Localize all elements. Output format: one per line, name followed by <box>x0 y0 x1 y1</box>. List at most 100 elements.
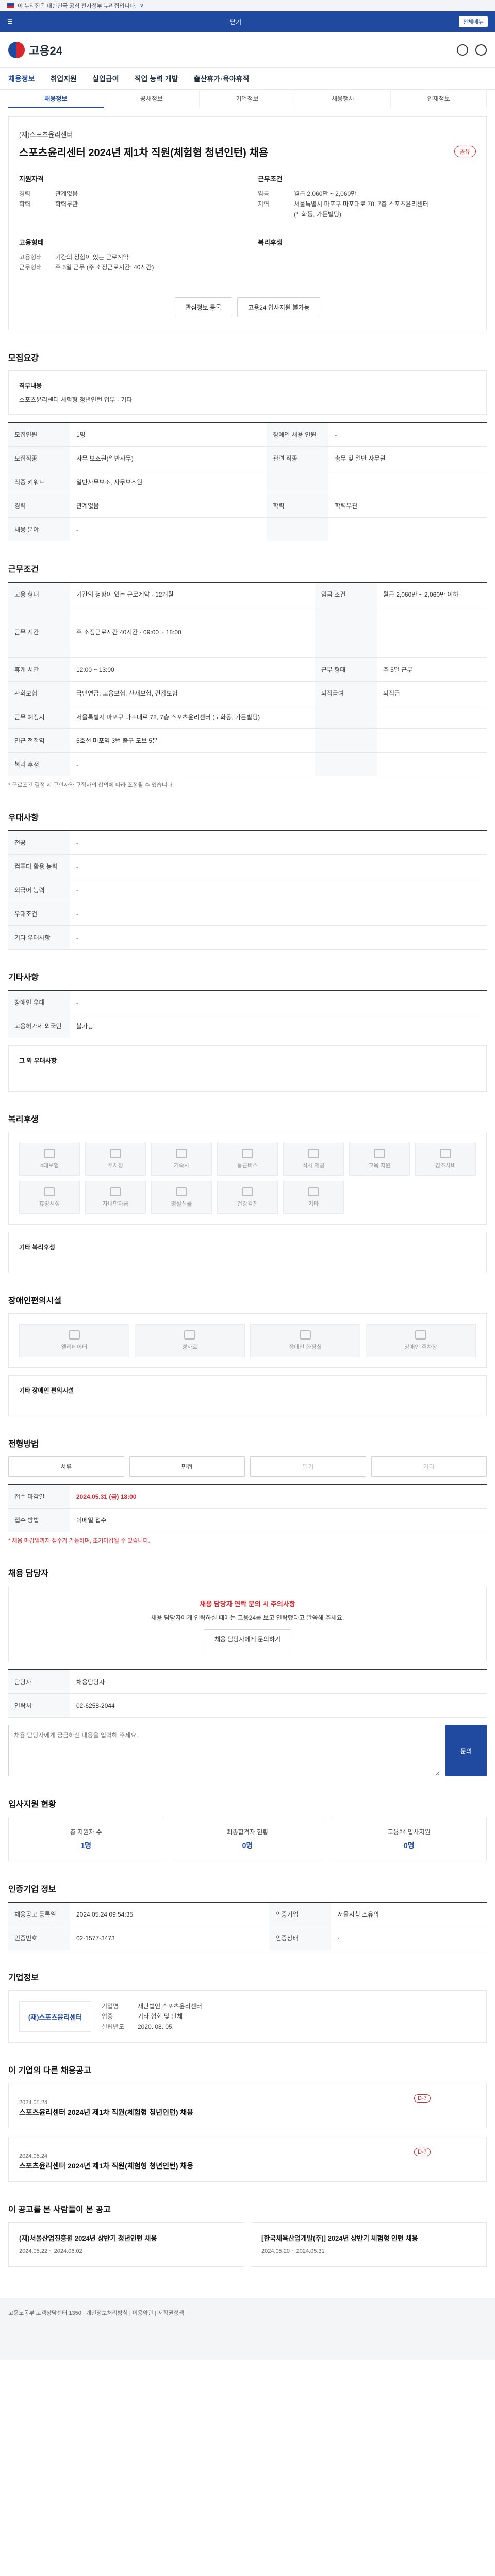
scrap-button[interactable]: 관심정보 등록 <box>174 297 233 317</box>
method-etc: 기타 <box>371 1456 487 1477</box>
topbar-close[interactable]: 닫기 <box>13 18 459 26</box>
duty-text: 스포츠윤리센터 체험형 청년인턴 업무 · 기타 <box>19 396 133 403</box>
footer-text: 고용노동부 고객상담센터 1350 | 개인정보처리방침 | 이용약관 | 저작… <box>8 2310 184 2316</box>
apply-button[interactable]: 고용24 입사지원 불가능 <box>237 297 321 317</box>
gov-banner: 이 누리집은 대한민국 공식 전자정부 누리집입니다. ∨ <box>0 0 495 11</box>
job-list: 2024.05.24 스포츠윤리센터 2024년 제1차 직원(체험형 청년인턴)… <box>8 2083 487 2182</box>
alert-title: 채용 담당자 연락 문의 시 주의사항 <box>200 1600 295 1608</box>
company-name[interactable]: (재)스포츠윤리센터 <box>19 129 476 139</box>
kv-key: 학력 <box>19 200 31 208</box>
qna-submit-button[interactable]: 문의 <box>446 1725 487 1776</box>
tuition-icon <box>110 1187 121 1196</box>
welfare-item: 주차장 <box>85 1143 146 1176</box>
gov-banner-text: 이 누리집은 대한민국 공식 전자정부 누리집입니다. <box>18 3 137 9</box>
table-row: 접수 방법 이메일 접수 <box>8 1508 487 1532</box>
conditions-note: * 근로조건 결정 시 구인자와 구직자의 합의에 따라 조정될 수 있습니다. <box>8 782 174 788</box>
etc-icon <box>308 1187 319 1196</box>
elevator-icon <box>69 1330 80 1340</box>
recommend-section: 이 공고를 본 사람들이 본 공고 (재)서울산업진흥원 2024년 상반기 청… <box>8 2202 487 2267</box>
welfare-section: 복리후생 4대보험 주차장 기숙사 통근버스 식사 제공 교육 지원 경조사비 … <box>8 1112 487 1273</box>
all-menu-button[interactable]: 전체메뉴 <box>458 16 488 27</box>
nav-training[interactable]: 직업 능력 개발 <box>135 74 178 84</box>
subnav-events[interactable]: 채용행사 <box>295 90 391 108</box>
kv-value: (도화동, 가든빌딩) <box>294 211 341 218</box>
search-icon[interactable] <box>457 44 468 56</box>
conditions-table: 고용 형태 기간의 정함이 있는 근로계약 · 12개월 임금 조건 월급 2,060… <box>8 582 487 776</box>
subnav-company[interactable]: 기업정보 <box>200 90 295 108</box>
dorm-icon <box>176 1149 187 1158</box>
gov-banner-toggle[interactable]: ∨ <box>140 2 144 9</box>
disability-note-label: 기타 장애인 편의시설 <box>19 1387 74 1394</box>
section-title: 전형방법 <box>8 1440 39 1449</box>
apply-section: 전형방법 서류 면접 필기 기타 접수 마감일 2024.05.31 (금) 18… <box>8 1437 487 1546</box>
qualification-heading: 지원자격 <box>19 175 44 183</box>
table-row: 채용공고 등록일 2024.05.24 09:54:35 인증기업 서울시청 소유의 <box>8 1902 487 1926</box>
nav-leave[interactable]: 출산휴가·육아휴직 <box>194 74 250 84</box>
logo[interactable]: 고용24 <box>8 41 62 58</box>
parking-icon <box>415 1330 426 1340</box>
nav-jobs[interactable]: 채용정보 <box>8 74 35 84</box>
welfare-item: 명절선물 <box>151 1181 212 1214</box>
status-section: 입사지원 현황 총 지원자 수 1명 최종합격자 현황 0명 고용24 입사지원 0명 <box>8 1797 487 1861</box>
disability-note-box: 기타 장애인 편의시설 <box>8 1375 487 1416</box>
contact-button[interactable]: 채용 담당자에게 문의하기 <box>203 1629 292 1649</box>
kv-value: 기간의 정함이 있는 근로계약 <box>55 253 129 261</box>
conditions-section: 근무조건 고용 형태 기간의 정함이 있는 근로계약 · 12개월 임금 조건 월급 … <box>8 562 487 790</box>
list-item[interactable]: 2024.05.24 스포츠윤리센터 2024년 제1차 직원(체험형 청년인턴)… <box>8 2083 487 2128</box>
subnav-jobs[interactable]: 채용정보 <box>8 90 104 108</box>
section-title: 우대사항 <box>8 814 39 822</box>
other-table: 장애인 우대 - 고용허가제 외국인 불가능 <box>8 990 487 1038</box>
apply-table: 접수 마감일 2024.05.31 (금) 18:00 접수 방법 이메일 접수 <box>8 1484 487 1532</box>
insurance-icon <box>44 1149 55 1158</box>
subnav-public[interactable]: 공채정보 <box>104 90 200 108</box>
kv-key: 지역 <box>258 200 270 208</box>
section-title: 모집요강 <box>8 354 39 363</box>
list-item[interactable]: 2024.05.24 스포츠윤리센터 2024년 제1차 직원(체험형 청년인턴)… <box>8 2137 487 2182</box>
share-button[interactable]: 공유 <box>454 146 476 157</box>
rec-item[interactable]: (재)서울산업진흥원 2024년 상반기 청년인턴 채용 2024.05.22 ~… <box>8 2222 244 2267</box>
table-row: 기타 우대사항 - <box>8 925 487 950</box>
similar-section: 이 기업의 다른 채용공고 2024.05.24 스포츠윤리센터 2024년 제1… <box>8 2063 487 2182</box>
table-row: 근무 시간 주 소정근로시간 40시간 · 09:00 ~ 18:00 <box>8 606 487 658</box>
table-row: 컴퓨터 활용 능력 - <box>8 854 487 878</box>
sub-nav: 채용정보 공채정보 기업정보 채용행사 인재정보 <box>0 90 495 108</box>
welfare-item: 교육 지원 <box>349 1143 410 1176</box>
duty-label: 직무내용 <box>19 382 42 389</box>
holiday-gift-icon <box>176 1187 187 1196</box>
flag-icon <box>7 3 14 8</box>
table-row: 장애인 우대 - <box>8 990 487 1014</box>
section-title: 복리후생 <box>8 1115 39 1124</box>
prefer-table: 전공 - 컴퓨터 활용 능력 - 외국어 능력 - 우대조건 - 기타 우대사항 - <box>8 830 487 950</box>
duty-box: 직무내용 스포츠윤리센터 체험형 청년인턴 업무 · 기타 <box>8 370 487 415</box>
section-title: 기타사항 <box>8 973 39 982</box>
subnav-talent[interactable]: 인재정보 <box>391 90 487 108</box>
method-document: 서류 <box>8 1456 124 1477</box>
disability-section: 장애인편의시설 엘리베이터 경사로 장애인 화장실 장애인 주차장 기타 장애인… <box>8 1294 487 1416</box>
nav-unemployment[interactable]: 실업급여 <box>92 74 119 84</box>
qna-input[interactable] <box>8 1725 440 1776</box>
welfare-item: 기숙사 <box>151 1143 212 1176</box>
recruit-section: 모집요강 직무내용 스포츠윤리센터 체험형 청년인턴 업무 · 기타 모집인원 1… <box>8 351 487 541</box>
section-title: 근무조건 <box>8 565 39 574</box>
site-header: 고용24 <box>0 32 495 68</box>
welfare-item: 통근버스 <box>217 1143 278 1176</box>
table-row: 모집직종 사무 보조원(일반사무) 관련 직종 총무 및 일반 사무원 <box>8 446 487 470</box>
section-title: 기업정보 <box>8 1974 39 1982</box>
nav-employment-support[interactable]: 취업지원 <box>51 74 77 84</box>
section-title: 채용 담당자 <box>8 1569 49 1578</box>
section-title: 장애인편의시설 <box>8 1297 62 1306</box>
menu-icon[interactable]: ☰ <box>7 18 13 25</box>
user-icon[interactable] <box>475 44 487 56</box>
kv-key <box>258 209 294 219</box>
table-row: 고용 형태 기간의 정함이 있는 근로계약 · 12개월 임금 조건 월급 2,060… <box>8 582 487 606</box>
contact-alert: 채용 담당자 연락 문의 시 주의사항 채용 담당자에게 연락하실 때에는 고용… <box>8 1586 487 1662</box>
stat-card: 고용24 입사지원 0명 <box>331 1817 487 1861</box>
disability-item: 경사로 <box>135 1324 245 1357</box>
method-interview: 면접 <box>129 1456 245 1477</box>
kv-value: 주 5일 근무 (주 소정근로시간: 40시간) <box>55 264 154 271</box>
rec-item[interactable]: [한국체육산업개발(주)] 2024년 상반기 체험형 인턴 채용 2024.05… <box>251 2222 487 2267</box>
logo-text: 고용24 <box>29 44 62 57</box>
other-note-box: 그 외 우대사항 <box>8 1045 487 1092</box>
disability-item: 엘리베이터 <box>19 1324 129 1357</box>
restroom-icon <box>300 1330 311 1340</box>
